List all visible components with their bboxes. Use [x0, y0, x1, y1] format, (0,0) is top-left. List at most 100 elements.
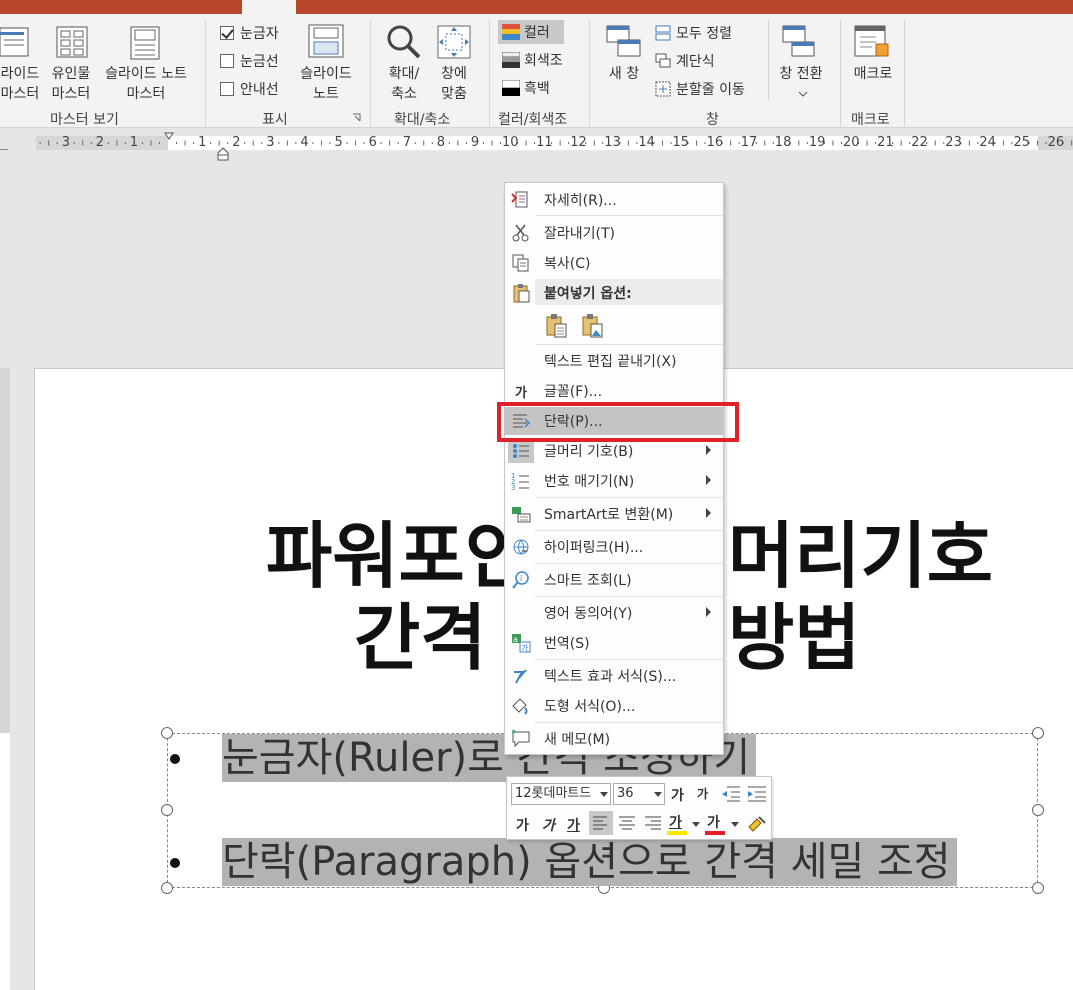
menu-item-new-comment[interactable]: 새 메모(M): [505, 725, 723, 753]
notes-button[interactable]: 슬라이드 노트: [294, 64, 358, 104]
decrease-indent-icon[interactable]: [721, 785, 741, 803]
align-center-icon[interactable]: [619, 816, 635, 830]
menu-item-numbering[interactable]: 123 번호 매기기(N): [505, 467, 723, 495]
align-right-icon[interactable]: [645, 816, 661, 830]
arrange-all-button[interactable]: 모두 정렬: [652, 22, 762, 44]
menu-item-synonyms[interactable]: 영어 동의어(Y): [505, 599, 723, 627]
align-left-button[interactable]: [589, 811, 613, 835]
resize-handle[interactable]: [161, 727, 173, 739]
menu-item-font[interactable]: 가 글꼴(F)...: [505, 377, 723, 405]
zoom-icon[interactable]: [386, 24, 422, 60]
menu-item-hyperlink[interactable]: 하이퍼링크(H)...: [505, 533, 723, 561]
dialog-launcher-icon[interactable]: [352, 113, 362, 123]
bullet-item[interactable]: 단락(Paragraph) 옵션으로 간격 세밀 조정: [222, 838, 957, 886]
slide-title-part[interactable]: 머리기호: [728, 516, 993, 596]
chevron-down-icon[interactable]: [731, 822, 739, 827]
menu-item-smart-lookup[interactable]: i 스마트 조회(L): [505, 566, 723, 594]
resize-handle[interactable]: [1032, 727, 1044, 739]
submenu-arrow-icon: [706, 607, 711, 617]
ruler-number: 7: [402, 135, 411, 150]
increase-indent-icon[interactable]: [747, 785, 767, 803]
ruler-number: 9: [470, 135, 480, 150]
new-window-button[interactable]: 새 창: [596, 64, 652, 84]
notes-icon[interactable]: [308, 24, 346, 58]
highlight-color-swatch: [667, 831, 687, 835]
slide-title-part[interactable]: 간격: [354, 598, 486, 678]
menu-item-smartart[interactable]: SmartArt로 변환(M): [505, 500, 723, 528]
black-white-button[interactable]: 흑백: [498, 76, 568, 100]
switch-window-label: 창 전환: [779, 66, 823, 82]
menu-item-translate[interactable]: a가 번역(S): [505, 629, 723, 657]
comment-icon: [511, 729, 530, 748]
macro-icon[interactable]: [854, 24, 890, 60]
macro-button[interactable]: 매크로: [846, 64, 900, 84]
menu-item-text-effects[interactable]: 텍스트 효과 서식(S)...: [505, 662, 723, 690]
resize-handle[interactable]: [161, 804, 173, 816]
menu-item-cut[interactable]: 잘라내기(T): [505, 219, 723, 247]
horizontal-ruler[interactable]: 3 2 1 1 2 3 4 5 6 7 8 9 10 11 12 13 14 15 16 17 18 19 20 21 22 23…: [0, 131, 1073, 161]
cascade-icon: [655, 53, 671, 68]
menu-item-label: 글꼴(F)...: [544, 384, 603, 400]
grayscale-button[interactable]: 회색조: [498, 48, 578, 72]
highlight-button[interactable]: 가: [669, 812, 682, 832]
fit-to-window-button[interactable]: 창에 맞춤: [428, 64, 480, 104]
menu-item-label: 도형 서식(O)...: [544, 699, 636, 715]
chevron-down-icon[interactable]: [654, 792, 662, 797]
svg-text:가: 가: [521, 644, 529, 653]
menu-item-copy[interactable]: 복사(C): [505, 249, 723, 277]
move-split-button[interactable]: 분할줄 이동: [652, 78, 762, 100]
details-icon: [511, 191, 528, 208]
shrink-font-button[interactable]: 가: [697, 785, 708, 802]
menu-separator: [535, 722, 723, 723]
grow-font-button[interactable]: 가: [671, 785, 684, 805]
menu-item-shape-format[interactable]: 도형 서식(O)...: [505, 692, 723, 720]
handout-master-icon[interactable]: [56, 26, 88, 60]
switch-window-icon[interactable]: [782, 24, 818, 60]
font-color-button[interactable]: 가: [707, 812, 720, 832]
chevron-down-icon[interactable]: [600, 792, 608, 797]
resize-handle[interactable]: [1032, 804, 1044, 816]
paste-picture-icon[interactable]: [581, 313, 605, 339]
cascade-button[interactable]: 계단식: [652, 50, 762, 72]
slide-master-button[interactable]: 라이드 마스터: [0, 64, 42, 104]
paste-keep-formatting-icon[interactable]: [545, 313, 569, 339]
format-painter-icon[interactable]: [747, 815, 767, 833]
color-button[interactable]: 컬러: [498, 20, 564, 44]
left-indent-marker[interactable]: [217, 147, 229, 161]
notes-master-icon[interactable]: [130, 26, 162, 60]
switch-window-button[interactable]: 창 전환: [772, 64, 830, 84]
font-name-box[interactable]: 12롯데마트드: [511, 783, 611, 805]
slide-master-icon[interactable]: [0, 26, 30, 60]
gridlines-checkbox[interactable]: [220, 54, 234, 68]
ruler-number: 11: [536, 135, 553, 150]
menu-item-exit-text-edit[interactable]: 텍스트 편집 끝내기(X): [505, 347, 723, 375]
handout-master-button[interactable]: 유인물 마스터: [48, 64, 94, 104]
bold-button[interactable]: 가: [516, 815, 529, 835]
group-label-show: 표시: [262, 112, 288, 128]
fit-to-window-label: 창에 맞춤: [441, 66, 467, 102]
resize-handle[interactable]: [161, 882, 173, 894]
menu-separator: [535, 215, 723, 216]
zoom-button-label: 확대/ 축소: [388, 66, 420, 102]
menu-item-details[interactable]: 자세히(R)...: [505, 186, 723, 214]
chevron-down-icon[interactable]: [692, 822, 700, 827]
fit-window-icon[interactable]: [436, 24, 472, 60]
ruler-checkbox[interactable]: [220, 26, 234, 40]
slide-title-part[interactable]: 방법: [728, 598, 860, 678]
guides-checkbox[interactable]: [220, 82, 234, 96]
grayscale-label: 회색조: [524, 53, 563, 69]
new-window-icon[interactable]: [606, 24, 642, 60]
first-line-indent-marker[interactable]: [164, 132, 174, 142]
tab-view-active[interactable]: [242, 0, 296, 14]
resize-handle[interactable]: [1032, 882, 1044, 894]
underline-button[interactable]: 가: [567, 815, 580, 835]
menu-item-label: 번호 매기기(N): [544, 474, 635, 490]
mini-toolbar: 12롯데마트드 36 가 가 가 가 가 가 가: [506, 776, 772, 840]
notes-master-button[interactable]: 슬라이드 노트 마스터: [98, 64, 194, 104]
slide-title-part[interactable]: 파워포인: [266, 516, 531, 596]
zoom-button[interactable]: 확대/ 축소: [378, 64, 430, 104]
vertical-ruler[interactable]: [0, 368, 10, 990]
ruler-tab-selector[interactable]: [0, 136, 8, 150]
italic-button[interactable]: 가: [542, 815, 555, 835]
chevron-down-icon[interactable]: [798, 91, 808, 97]
